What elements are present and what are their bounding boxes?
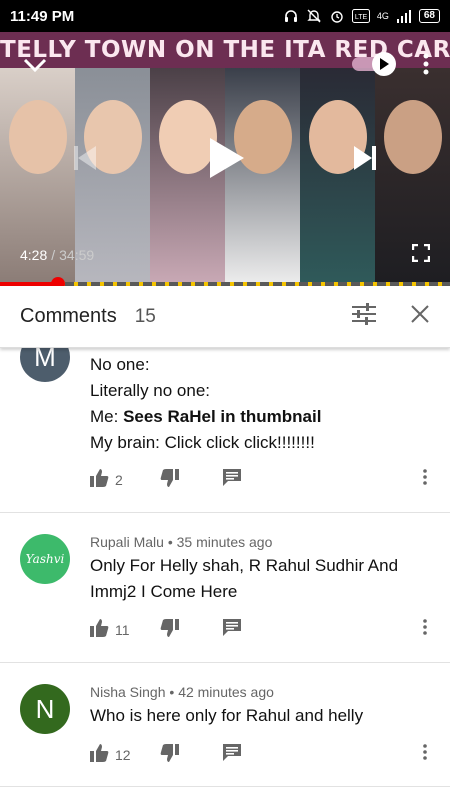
thumb-down-icon: [160, 744, 179, 765]
reply-icon: [223, 619, 241, 639]
comment-menu-icon[interactable]: [423, 469, 427, 485]
comment-prefix: Me:: [90, 407, 124, 426]
like-button[interactable]: 2: [90, 469, 123, 490]
thumb-down-icon: [160, 619, 179, 640]
video-time: 4:28 / 34:59: [20, 244, 94, 266]
volte-icon: LTE: [351, 9, 370, 23]
comment-time: 42 minutes ago: [178, 684, 274, 700]
close-icon[interactable]: [410, 304, 430, 329]
time-current: 4:28: [20, 247, 48, 263]
like-button[interactable]: 12: [90, 744, 131, 765]
comment-meta: Rupali Malu • 35 minutes ago: [90, 534, 272, 550]
sort-filter-icon[interactable]: [352, 303, 376, 330]
comment-text: Only For Helly shah, R Rahul Sudhir And …: [90, 553, 420, 605]
like-count: 12: [115, 746, 131, 763]
thumb-up-icon: [90, 469, 109, 490]
fullscreen-icon[interactable]: [408, 240, 434, 266]
comment-meta: Nisha Singh • 42 minutes ago: [90, 684, 274, 700]
like-count: 2: [115, 471, 123, 488]
comment-line: Only For Helly shah, R Rahul Sudhir And: [90, 556, 399, 575]
signal-icon: [396, 10, 411, 23]
previous-icon[interactable]: [70, 140, 100, 176]
comment-line: No one:: [90, 355, 150, 374]
comment-menu-icon[interactable]: [423, 619, 427, 635]
status-icons: LTE 4G 68: [283, 8, 440, 24]
like-button[interactable]: 11: [90, 619, 130, 640]
dislike-button[interactable]: [160, 619, 179, 640]
status-time: 11:49 PM: [10, 7, 75, 25]
divider: [0, 786, 450, 787]
comment-line: My brain: Click click click!!!!!!!!: [90, 433, 315, 452]
play-pause-icon[interactable]: [205, 132, 249, 184]
like-count: 11: [115, 621, 130, 638]
comment-actions: 2: [90, 469, 435, 495]
meta-separator: •: [169, 684, 175, 700]
comment-author[interactable]: Nisha Singh: [90, 684, 166, 700]
thumb-up-icon: [90, 619, 109, 640]
more-vert-icon[interactable]: [412, 50, 440, 78]
reply-button[interactable]: [223, 469, 241, 489]
status-bar: 11:49 PM LTE 4G 68: [0, 0, 450, 32]
comment-line: Me: Sees RaHel in thumbnail: [90, 404, 420, 430]
headphones-icon: [284, 10, 297, 22]
mute-bell-icon: [307, 9, 321, 23]
avatar-text: Yashvi: [25, 552, 65, 566]
comment-time: 35 minutes ago: [176, 534, 273, 550]
meta-separator: •: [167, 534, 173, 550]
time-total: 34:59: [59, 247, 95, 263]
dislike-button[interactable]: [160, 744, 179, 765]
comment-bold: Sees RaHel in thumbnail: [123, 407, 322, 426]
svg-text:LTE: LTE: [355, 14, 368, 21]
avatar[interactable]: N: [20, 684, 70, 734]
comment-text: No one: Literally no one: Me: Sees RaHel…: [90, 352, 420, 456]
comment-author[interactable]: Rupali Malu: [90, 534, 164, 550]
comment-line: Who is here only for Rahul and helly: [90, 706, 364, 725]
divider: [0, 512, 450, 513]
reply-button[interactable]: [223, 744, 241, 764]
comment-line: Literally no one:: [90, 381, 211, 400]
next-icon[interactable]: [350, 140, 380, 176]
comment-actions: 11: [90, 619, 435, 645]
reply-icon: [223, 744, 241, 764]
autoplay-toggle[interactable]: [352, 50, 398, 78]
divider: [0, 662, 450, 663]
comment-menu-icon[interactable]: [423, 744, 427, 760]
dislike-button[interactable]: [160, 469, 179, 490]
play-icon: [372, 52, 396, 76]
reply-button[interactable]: [223, 619, 241, 639]
avatar-letter: N: [35, 693, 55, 724]
comments-list[interactable]: M No one: Literally no one: Me: Sees RaH…: [0, 348, 450, 800]
thumb-up-icon: [90, 744, 109, 765]
video-player[interactable]: TELLY TOWN ON THE ITA RED CARPET 4:28 / …: [0, 32, 450, 284]
battery-icon: 68: [418, 9, 440, 23]
network-type: 4G: [376, 11, 389, 21]
thumb-down-icon: [160, 469, 179, 490]
avatar-letter: M: [34, 348, 56, 372]
alarm-icon: [331, 11, 343, 23]
comment-line: Immj2 I Come Here: [90, 582, 238, 601]
comments-header: Comments 15: [0, 286, 450, 348]
comment-actions: 12: [90, 744, 435, 770]
avatar[interactable]: Yashvi: [20, 534, 70, 584]
comments-count: 15: [134, 305, 156, 327]
time-separator: /: [51, 247, 56, 263]
comments-title: Comments: [20, 305, 117, 327]
comment-text: Who is here only for Rahul and helly: [90, 703, 420, 729]
reply-icon: [223, 469, 241, 489]
thumbnail-panel: [300, 68, 375, 284]
collapse-chevron-icon[interactable]: [20, 50, 50, 80]
avatar[interactable]: M: [20, 348, 70, 382]
